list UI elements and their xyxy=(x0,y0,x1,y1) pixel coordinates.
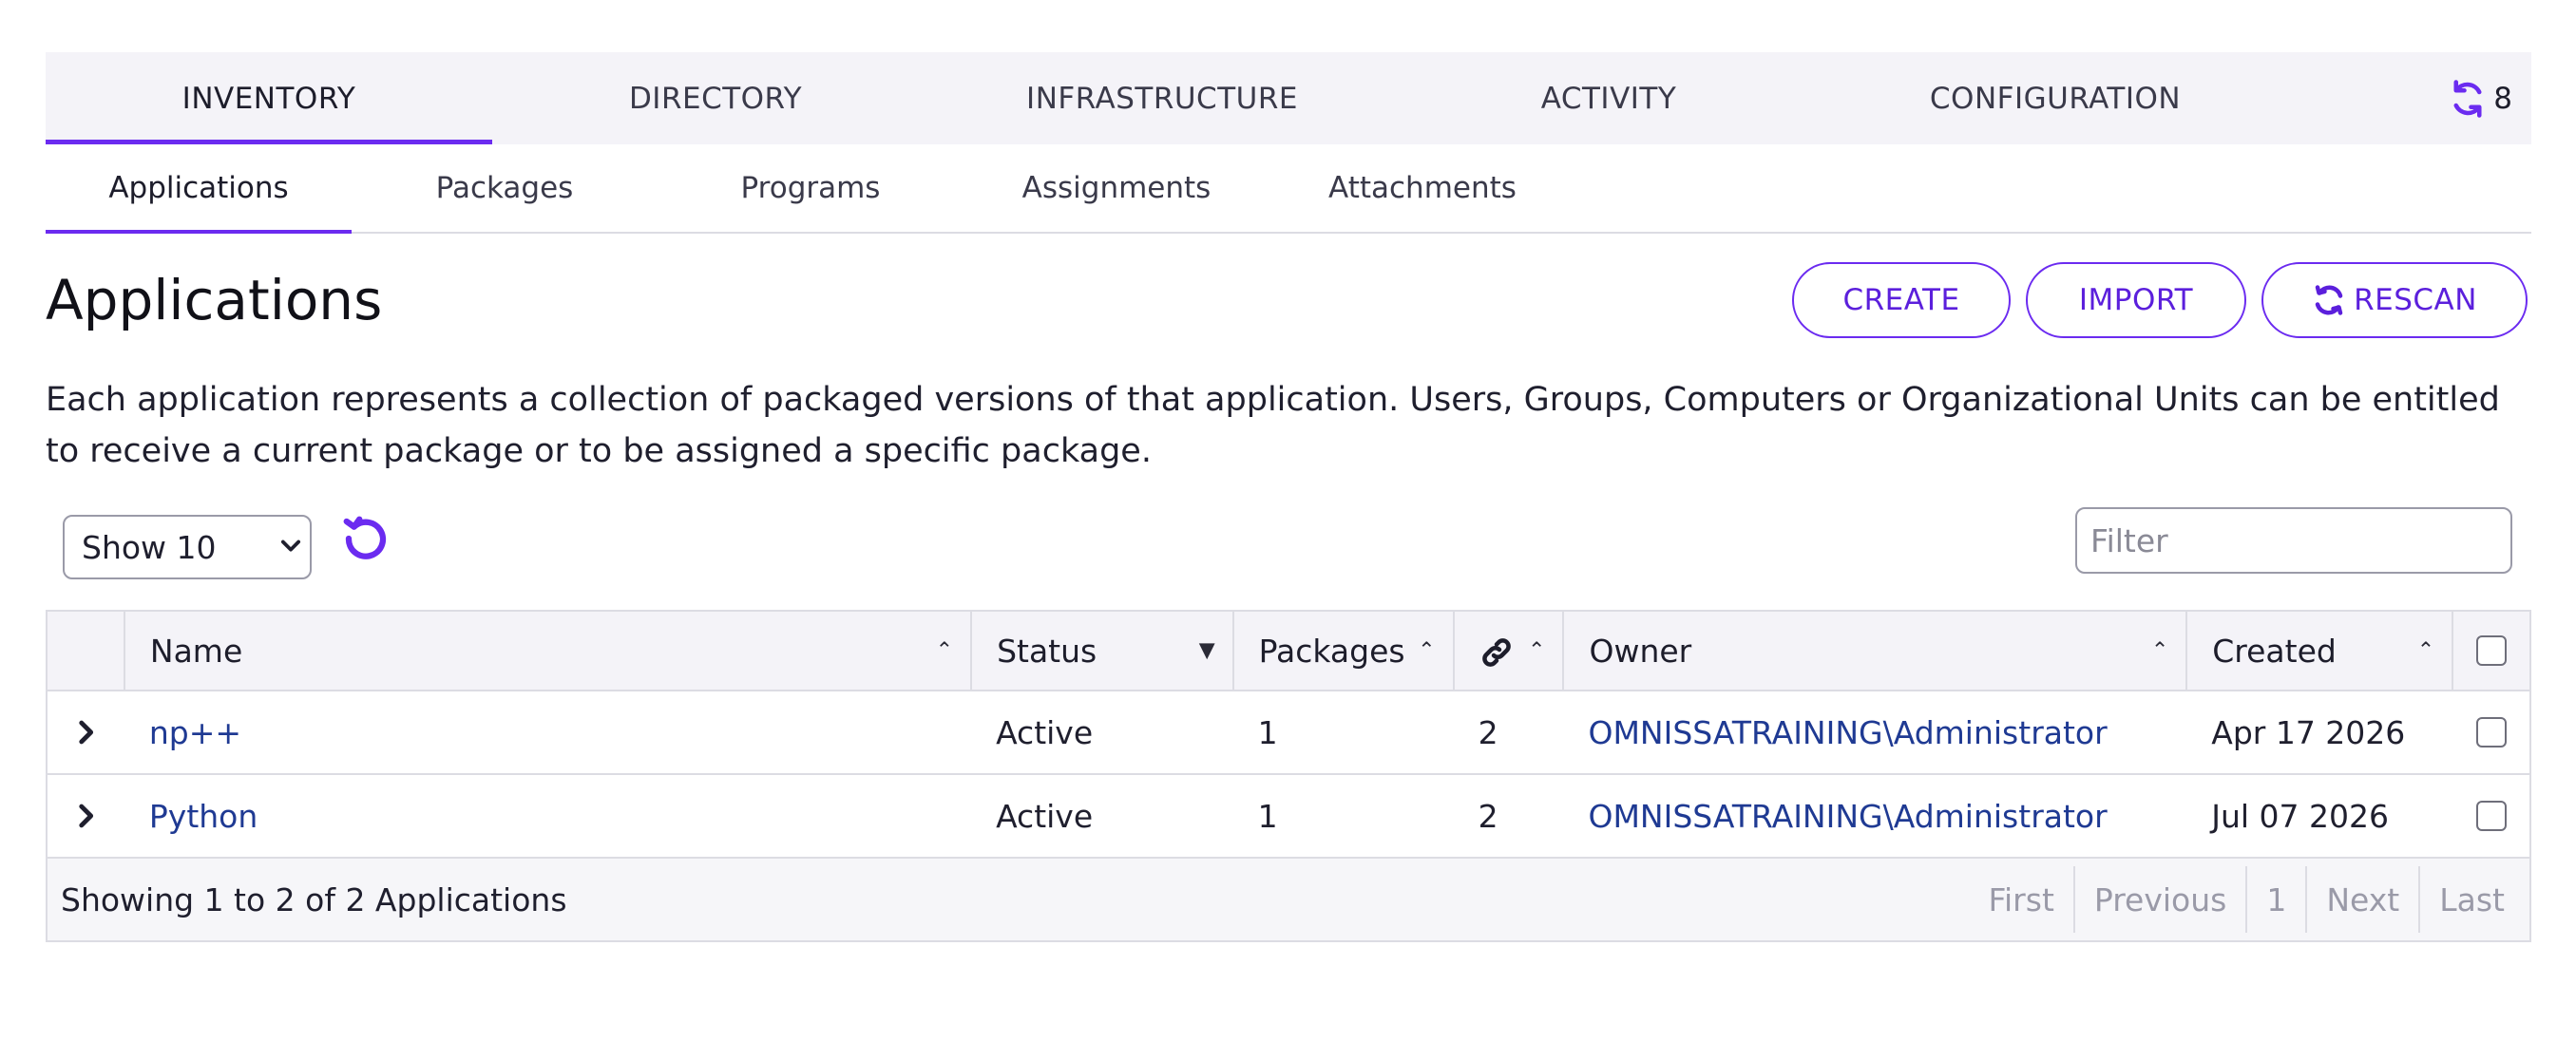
select-all-column-header xyxy=(2452,611,2530,691)
top-nav: INVENTORY DIRECTORY INFRASTRUCTURE ACTIV… xyxy=(46,52,2531,144)
row-checkbox[interactable] xyxy=(2475,801,2507,831)
page-size-select[interactable]: Show 10 xyxy=(63,515,312,579)
subtab-applications[interactable]: Applications xyxy=(46,144,352,234)
expand-cell[interactable] xyxy=(47,690,124,774)
pager-first-button[interactable]: First xyxy=(1969,866,2072,933)
name-column-header[interactable]: Name ⌃ xyxy=(124,611,973,691)
select-cell xyxy=(2452,773,2530,858)
refresh-icon xyxy=(2315,285,2343,315)
owner-cell[interactable]: OMNISSATRAINING\Administrator xyxy=(1563,690,2187,774)
sort-up-icon: ⌃ xyxy=(2150,638,2169,663)
application-link[interactable]: np++ xyxy=(149,714,241,751)
pager-previous-button[interactable]: Previous xyxy=(2072,866,2245,933)
name-header-label: Name xyxy=(149,632,243,670)
created-cell: Apr 17 2026 xyxy=(2186,690,2453,774)
packages-header-label: Packages xyxy=(1258,632,1405,670)
created-header-label: Created xyxy=(2212,632,2337,670)
table-row: Python Active 1 2 OMNISSATRAINING\Admini… xyxy=(47,773,2530,858)
page-title: Applications xyxy=(46,268,383,332)
pager-page-button[interactable]: 1 xyxy=(2245,866,2305,933)
packages-cell: 1 xyxy=(1232,690,1454,774)
page-description: Each application represents a collection… xyxy=(46,381,2500,470)
sync-icon xyxy=(2453,79,2482,118)
owner-header-label: Owner xyxy=(1589,632,1692,670)
sync-status[interactable]: 8 xyxy=(2448,52,2512,144)
pager-last-button[interactable]: Last xyxy=(2418,866,2524,933)
subtab-attachments[interactable]: Attachments xyxy=(1269,144,1575,232)
name-cell[interactable]: Python xyxy=(124,773,972,858)
select-cell xyxy=(2452,690,2530,774)
table-row: np++ Active 1 2 OMNISSATRAINING\Administ… xyxy=(47,690,2530,774)
reload-icon[interactable] xyxy=(340,513,391,564)
create-button-label: CREATE xyxy=(1842,283,1960,317)
expand-column-header xyxy=(47,611,125,691)
sort-up-icon: ⌃ xyxy=(935,638,954,663)
sort-up-icon: ⌃ xyxy=(2416,638,2435,663)
status-cell: Active xyxy=(971,773,1233,858)
subtab-assignments[interactable]: Assignments xyxy=(964,144,1269,232)
application-link[interactable]: Python xyxy=(149,798,258,835)
results-summary: Showing 1 to 2 of 2 Applications xyxy=(61,880,567,918)
action-buttons: CREATE IMPORT RESCAN xyxy=(1792,262,2528,338)
pagination: First Previous 1 Next Last xyxy=(1969,866,2524,933)
tab-infrastructure[interactable]: INFRASTRUCTURE xyxy=(939,52,1385,144)
applications-table: Name ⌃ Status ▼ Packages ⌃ ⌃ Owner ⌃ Cre… xyxy=(46,610,2531,859)
tab-directory[interactable]: DIRECTORY xyxy=(492,52,939,144)
owner-cell[interactable]: OMNISSATRAINING\Administrator xyxy=(1563,773,2187,858)
packages-column-header[interactable]: Packages ⌃ xyxy=(1232,611,1455,691)
filter-input[interactable] xyxy=(2075,507,2512,574)
owner-column-header[interactable]: Owner ⌃ xyxy=(1563,611,2188,691)
table-controls: Show 10 xyxy=(46,505,2531,610)
status-cell: Active xyxy=(971,690,1233,774)
chevron-right-icon[interactable] xyxy=(69,716,102,748)
tab-configuration[interactable]: CONFIGURATION xyxy=(1832,52,2279,144)
sort-up-icon: ⌃ xyxy=(1528,638,1546,663)
sub-tabs: Applications Packages Programs Assignmen… xyxy=(46,144,2531,234)
status-column-header[interactable]: Status ▼ xyxy=(971,611,1234,691)
create-button[interactable]: CREATE xyxy=(1792,262,2011,338)
rescan-button-label: RESCAN xyxy=(2354,283,2477,317)
app-root: INVENTORY DIRECTORY INFRASTRUCTURE ACTIV… xyxy=(46,52,2531,942)
link-icon xyxy=(1481,638,1511,667)
chevron-right-icon[interactable] xyxy=(69,800,102,832)
expand-cell[interactable] xyxy=(47,773,124,858)
table-footer: Showing 1 to 2 of 2 Applications First P… xyxy=(46,859,2531,942)
status-header-label: Status xyxy=(997,632,1097,670)
created-cell: Jul 07 2026 xyxy=(2186,773,2453,858)
links-column-header[interactable]: ⌃ xyxy=(1453,611,1565,691)
owner-link[interactable]: OMNISSATRAINING\Administrator xyxy=(1588,798,2107,835)
select-all-checkbox[interactable] xyxy=(2476,635,2508,666)
links-cell: 2 xyxy=(1453,773,1564,858)
sort-down-icon: ▼ xyxy=(1198,638,1215,663)
import-button-label: IMPORT xyxy=(2078,283,2194,317)
subtab-packages[interactable]: Packages xyxy=(352,144,658,232)
tab-activity[interactable]: ACTIVITY xyxy=(1385,52,1832,144)
tab-inventory[interactable]: INVENTORY xyxy=(46,52,492,144)
owner-link[interactable]: OMNISSATRAINING\Administrator xyxy=(1588,714,2107,751)
table-header-row: Name ⌃ Status ▼ Packages ⌃ ⌃ Owner ⌃ Cre… xyxy=(47,611,2530,691)
page-header: Applications CREATE IMPORT RESCAN xyxy=(46,234,2531,367)
rescan-button[interactable]: RESCAN xyxy=(2261,262,2528,338)
import-button[interactable]: IMPORT xyxy=(2026,262,2246,338)
created-column-header[interactable]: Created ⌃ xyxy=(2186,611,2454,691)
links-cell: 2 xyxy=(1453,690,1564,774)
subtab-programs[interactable]: Programs xyxy=(658,144,964,232)
name-cell[interactable]: np++ xyxy=(124,690,972,774)
row-checkbox[interactable] xyxy=(2475,717,2507,748)
packages-cell: 1 xyxy=(1232,773,1454,858)
sync-count: 8 xyxy=(2493,81,2512,116)
pager-next-button[interactable]: Next xyxy=(2305,866,2418,933)
sort-up-icon: ⌃ xyxy=(1418,638,1436,663)
